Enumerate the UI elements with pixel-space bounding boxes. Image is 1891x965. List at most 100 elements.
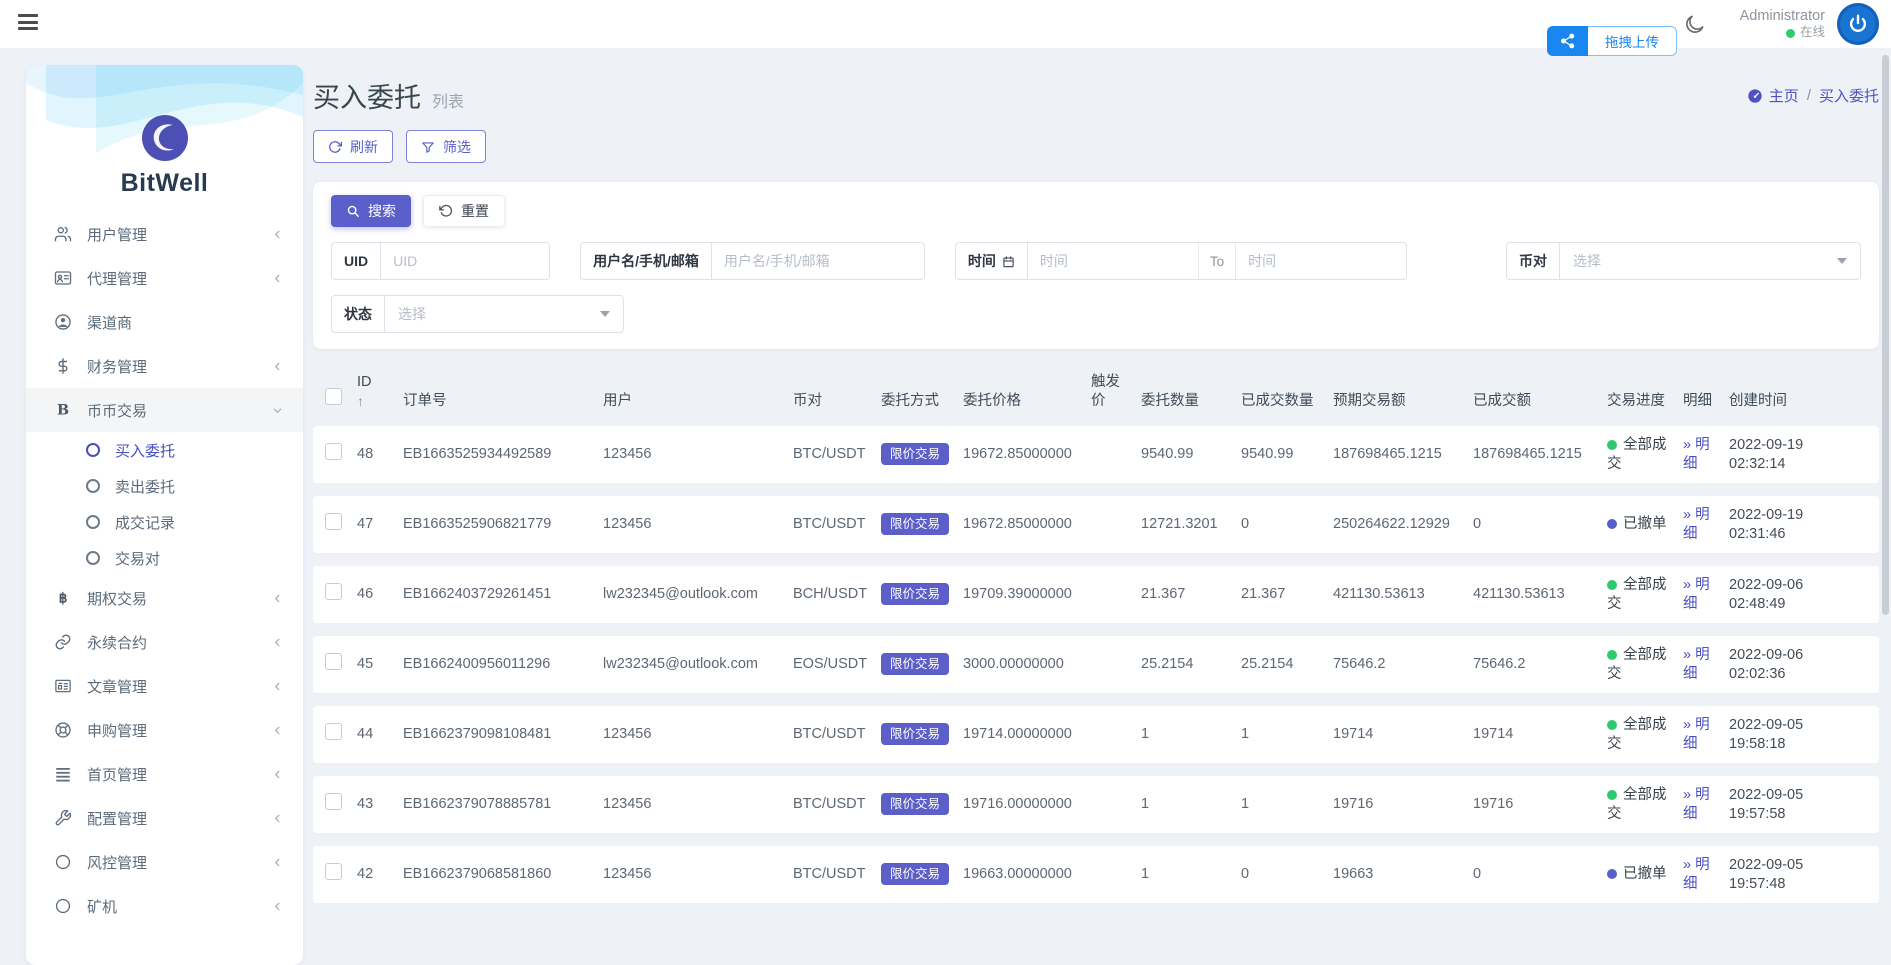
drag-upload-widget[interactable]: 拖拽上传 [1547,26,1677,56]
sidebar-subitem-trading-pairs[interactable]: 交易对 [26,540,303,576]
refresh-button[interactable]: 刷新 [313,130,393,163]
pair-select[interactable]: 选择 [1560,243,1860,279]
sidebar-item-homepage[interactable]: 首页管理 [26,752,303,796]
sidebar-item-users[interactable]: 用户管理 [26,212,303,256]
cell-price: 3000.00000000 [963,656,1064,672]
cell-filled-amount: 21.367 [1241,586,1286,602]
table-row: 48 EB1663525934492589 123456 BTC/USDT 限价… [313,426,1879,483]
dark-mode-icon[interactable] [1683,13,1706,36]
brand-name: BitWell [120,169,209,197]
select-all-checkbox[interactable] [325,388,342,405]
filter-icon [422,141,434,153]
table-row: 46 EB1662403729261451 lw232345@outlook.c… [313,566,1879,623]
sidebar-subitem-label: 买入委托 [115,442,176,460]
detail-link[interactable]: » 明细 [1683,437,1710,472]
cell-progress: 已撤单 [1607,496,1683,553]
chevron-left-icon [272,857,283,868]
row-checkbox[interactable] [325,723,342,740]
sidebar-item-options-trading[interactable]: ฿ 期权交易 [26,576,303,620]
pair-field-group: 币对 选择 [1506,242,1861,280]
sidebar-item-settings[interactable]: 配置管理 [26,796,303,840]
cell-filled-amount: 25.2154 [1241,656,1294,672]
cell-progress: 已撤单 [1607,846,1683,903]
filter-button[interactable]: 筛选 [406,130,486,163]
breadcrumb-current: 买入委托 [1818,88,1879,105]
col-order-type: 委托方式 [881,393,939,409]
caret-down-icon [1837,258,1847,264]
detail-link[interactable]: » 明细 [1683,647,1710,682]
cell-price: 19716.00000000 [963,796,1072,812]
cell-order-no: EB1662400956011296 [403,656,551,672]
cell-expected-total: 75646.2 [1333,656,1386,672]
circle-icon [86,515,100,529]
undo-icon [439,204,453,217]
status-dot [1607,719,1617,730]
row-checkbox[interactable] [325,513,342,530]
row-checkbox[interactable] [325,443,342,460]
sidebar-item-spot-trading[interactable]: B 币币交易 [26,388,303,432]
sidebar-item-articles[interactable]: 文章管理 [26,664,303,708]
sidebar-item-label: 财务管理 [87,358,148,376]
sidebar-subitem-buy-orders[interactable]: 买入委托 [26,432,303,468]
cell-price: 19672.85000000 [963,516,1072,532]
chevron-left-icon [272,273,283,284]
sidebar-item-miners[interactable]: 矿机 [26,884,303,928]
detail-link[interactable]: » 明细 [1683,857,1710,892]
cell-id: 46 [357,586,374,602]
page-subtitle: 列表 [432,94,465,111]
sidebar-item-perpetual-contracts[interactable]: 永续合约 [26,620,303,664]
search-button[interactable]: 搜索 [331,195,411,227]
status-dot [1607,579,1617,590]
cell-filled-amount: 0 [1241,866,1250,882]
scrollbar[interactable] [1882,55,1889,615]
link-icon [52,633,74,651]
row-checkbox[interactable] [325,793,342,810]
sidebar-item-risk-control[interactable]: 风控管理 [26,840,303,884]
sidebar-subitem-trade-records[interactable]: 成交记录 [26,504,303,540]
detail-link[interactable]: » 明细 [1683,717,1710,752]
bitcoin-icon: ฿ [52,589,74,607]
chevron-left-icon [272,361,283,372]
sidebar-item-subscriptions[interactable]: 申购管理 [26,708,303,752]
row-checkbox[interactable] [325,583,342,600]
sidebar-subitem-sell-orders[interactable]: 卖出委托 [26,468,303,504]
table-row: 42 EB1662379068581860 123456 BTC/USDT 限价… [313,846,1879,903]
brand-logo [141,115,188,161]
uid-input[interactable] [381,243,550,279]
chevron-left-icon [272,901,283,912]
user-status: 在线 [1740,25,1825,41]
cell-trigger-price [1091,846,1141,903]
time-from-input[interactable] [1027,243,1198,279]
cell-dealt-total: 19714 [1473,726,1514,742]
col-id[interactable]: ID ↑ [357,373,403,413]
row-checkbox[interactable] [325,653,342,670]
status-field-group: 状态 选择 [331,295,624,333]
chevron-left-icon [272,229,283,240]
breadcrumb-home-link[interactable]: 主页 [1747,85,1799,106]
cell-expected-total: 250264622.12929 [1333,516,1450,532]
detail-link[interactable]: » 明细 [1683,507,1710,542]
detail-link[interactable]: » 明细 [1683,577,1710,612]
sidebar-item-channels[interactable]: 渠道商 [26,300,303,344]
user-info: Administrator 在线 [1740,7,1825,41]
row-checkbox[interactable] [325,863,342,880]
menu-toggle-button[interactable] [18,13,40,35]
status-select[interactable]: 选择 [385,296,623,332]
cell-id: 45 [357,656,374,672]
detail-link[interactable]: » 明细 [1683,787,1710,822]
status-text: 已撤单 [1623,866,1667,882]
user-label: 用户名/手机/邮箱 [581,243,712,279]
cell-expected-total: 19663 [1333,866,1374,882]
user-avatar[interactable] [1837,3,1879,45]
time-to-input[interactable] [1236,243,1407,279]
reset-button[interactable]: 重置 [423,195,505,227]
cell-price: 19663.00000000 [963,866,1072,882]
id-card-icon [52,269,74,287]
user-input[interactable] [711,243,924,279]
cell-user: 123456 [603,866,652,882]
sidebar-item-agents[interactable]: 代理管理 [26,256,303,300]
uid-label: UID [332,243,382,279]
order-type-badge: 限价交易 [881,653,950,675]
sidebar-item-finance[interactable]: 财务管理 [26,344,303,388]
dollar-icon [52,357,74,375]
